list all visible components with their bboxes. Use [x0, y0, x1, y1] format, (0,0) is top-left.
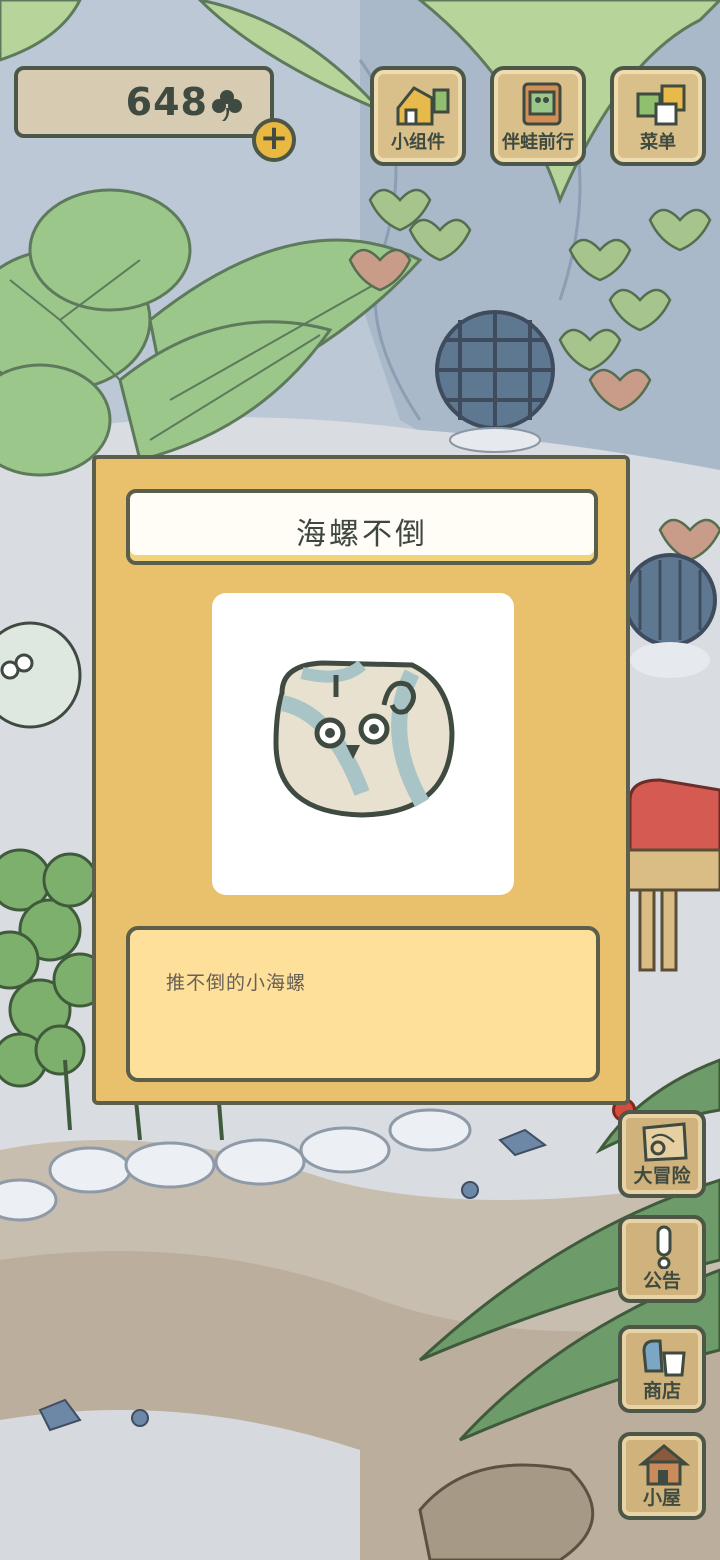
- clover-icon: [212, 90, 242, 121]
- widget-label: 小组件: [391, 132, 445, 153]
- item-description-box: 推不倒的小海螺: [126, 926, 600, 1082]
- announcement-button[interactable]: 公告: [618, 1215, 706, 1303]
- map-icon: [642, 1122, 688, 1162]
- house-icon: [638, 1444, 690, 1486]
- menu-icon: [636, 84, 686, 126]
- item-image-frame: [212, 593, 514, 895]
- adventure-button[interactable]: 大冒险: [618, 1110, 706, 1198]
- clover-counter: 648: [14, 66, 274, 138]
- item-detail-dialog[interactable]: 海螺不倒 推不倒的小海螺: [92, 455, 630, 1105]
- item-title: 海螺不倒: [296, 517, 428, 552]
- shop-label: 商店: [642, 1380, 681, 1402]
- house-label: 小屋: [642, 1487, 681, 1509]
- game-screen: 648 + 小组件 伴蛙前行 菜单 大冒险 公告 商店 小屋 海螺不倒 推不倒的…: [0, 0, 720, 1560]
- adventure-label: 大冒险: [633, 1165, 691, 1187]
- house-button[interactable]: 小屋: [618, 1432, 706, 1520]
- item-description: 推不倒的小海螺: [166, 972, 307, 994]
- exclamation-icon: [656, 1225, 672, 1269]
- menu-button[interactable]: 菜单: [610, 66, 706, 166]
- clover-count: 648: [125, 80, 208, 124]
- announcement-label: 公告: [642, 1270, 681, 1292]
- menu-label: 菜单: [640, 132, 676, 153]
- widget-icon: [396, 86, 450, 126]
- shop-button[interactable]: 商店: [618, 1325, 706, 1413]
- item-title-box: 海螺不倒: [126, 489, 598, 565]
- frog-companion-label: 伴蛙前行: [502, 132, 574, 153]
- add-clover-button[interactable]: +: [252, 118, 296, 162]
- shop-bag-icon: [642, 1339, 686, 1377]
- frog-companion-icon: [522, 82, 562, 126]
- widget-button[interactable]: 小组件: [370, 66, 466, 166]
- frog-companion-button[interactable]: 伴蛙前行: [490, 66, 586, 166]
- snail-shell-roly-poly-icon: [273, 660, 455, 818]
